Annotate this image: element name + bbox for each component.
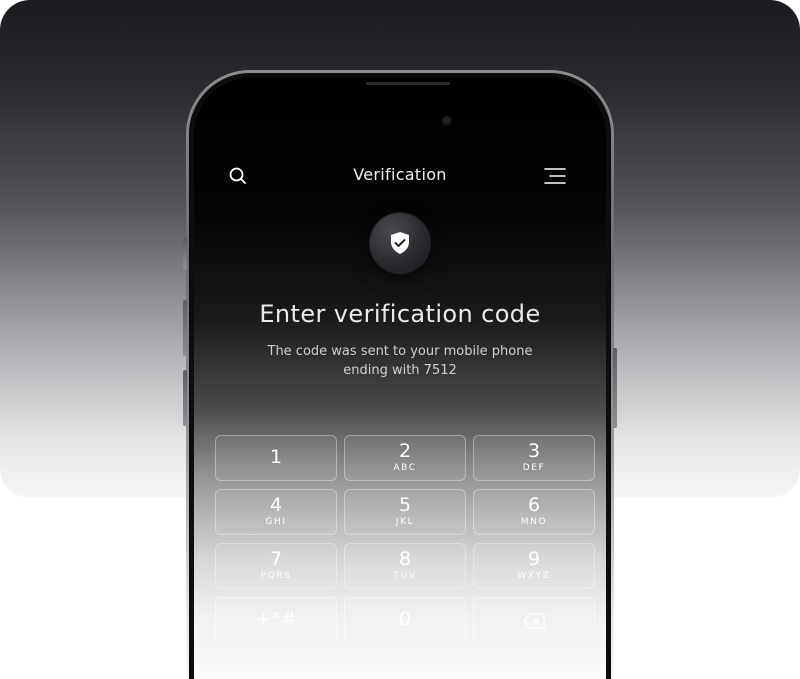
side-button-volume-up [183, 300, 187, 356]
key-4[interactable]: 4 GHI [215, 489, 337, 535]
key-9[interactable]: 9 WXYZ [473, 543, 595, 589]
key-digit: 8 [398, 548, 412, 570]
key-5[interactable]: 5 JKL [344, 489, 466, 535]
key-6[interactable]: 6 MNO [473, 489, 595, 535]
key-digit: 5 [398, 494, 412, 516]
backspace-icon [523, 613, 545, 629]
key-letters: GHI [265, 517, 287, 527]
front-camera [442, 116, 452, 126]
key-letters: TUV [393, 571, 417, 581]
speaker-grille [366, 82, 450, 85]
top-bar: Verification [194, 161, 606, 191]
key-8[interactable]: 8 TUV [344, 543, 466, 589]
side-button-action [183, 238, 187, 270]
verification-heading: Enter verification code [259, 300, 541, 328]
key-digit: 4 [269, 494, 283, 516]
menu-button[interactable] [544, 167, 566, 185]
key-letters: JKL [395, 517, 415, 527]
key-digit: 1 [269, 446, 283, 468]
key-0[interactable]: 0 [344, 597, 466, 643]
key-digit: 6 [527, 494, 541, 516]
key-digit: 3 [527, 440, 541, 462]
side-button-power [613, 348, 617, 428]
key-2[interactable]: 2 ABC [344, 435, 466, 481]
delete-key[interactable] [473, 597, 595, 643]
verification-subtext: The code was sent to your mobile phone e… [194, 342, 606, 380]
key-letters: WXYZ [517, 571, 551, 581]
phone-bezel: Verification Enter verification code The… [189, 73, 611, 679]
key-digit: +*# [255, 608, 297, 630]
bottom-fade [194, 650, 606, 679]
key-letters: ABC [393, 463, 417, 473]
key-letters: PQRS [260, 571, 292, 581]
subtext-line-2: ending with 7512 [343, 363, 457, 378]
shield-badge [370, 213, 430, 273]
key-3[interactable]: 3 DEF [473, 435, 595, 481]
subtext-line-1: The code was sent to your mobile phone [267, 344, 533, 359]
phone-screen: Verification Enter verification code The… [194, 78, 606, 679]
key-letters: MNO [520, 517, 548, 527]
key-digit: 2 [398, 440, 412, 462]
phone-frame: Verification Enter verification code The… [183, 70, 617, 679]
key-7[interactable]: 7 PQRS [215, 543, 337, 589]
stage: Verification Enter verification code The… [0, 0, 800, 679]
key-symbols[interactable]: +*# [215, 597, 337, 643]
side-button-volume-down [183, 370, 187, 426]
shield-check-icon [391, 232, 409, 254]
key-1[interactable]: 1 [215, 435, 337, 481]
key-digit: 0 [398, 608, 412, 630]
key-letters: DEF [522, 463, 546, 473]
key-digit: 9 [527, 548, 541, 570]
menu-icon [544, 168, 566, 184]
key-digit: 7 [269, 548, 283, 570]
